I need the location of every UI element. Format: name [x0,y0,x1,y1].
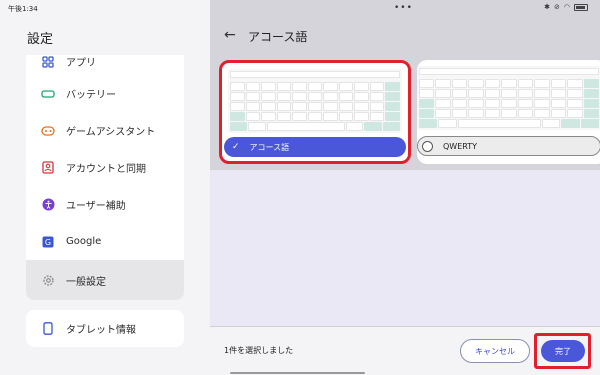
settings-item-game-assistant[interactable]: ゲームアシスタント [26,112,184,149]
layout-card-qwerty[interactable]: QWERTY [417,60,600,164]
home-indicator[interactable] [230,372,365,374]
battery-icon [41,87,55,101]
settings-item-general[interactable]: 一般設定 [26,260,184,300]
layout-preview-area: ••• ✱ ⊘ ◠ ← アコース語 ✓ アコース語 QWERTY [210,0,600,170]
settings-item-tablet-info-row[interactable]: タブレット情報 [26,310,184,347]
check-icon: ✓ [232,142,240,152]
gamepad-icon [41,124,55,138]
settings-item-google[interactable]: G Google [26,223,184,260]
svg-text:G: G [45,238,51,247]
gear-icon [41,273,55,287]
settings-item-accessibility[interactable]: ユーザー補助 [26,186,184,223]
back-arrow-icon[interactable]: ← [224,27,236,43]
layout-card-selected[interactable]: ✓ アコース語 [219,60,411,164]
settings-item-tablet-info[interactable]: タブレット情報 [26,310,184,347]
settings-item-label: タブレット情報 [66,325,136,336]
keyboard-preview [228,69,402,133]
keyboard-preview [417,66,600,130]
settings-item-battery[interactable]: バッテリー [26,75,184,112]
settings-item-label: アプリ [66,58,96,69]
done-button-highlight: 完了 [534,333,591,369]
window-handle[interactable]: ••• [394,3,413,13]
radio-button[interactable] [422,140,433,152]
cancel-button[interactable]: キャンセル [460,339,530,363]
bottom-action-bar: 1件を選択しました キャンセル 完了 [210,326,600,375]
settings-item-label: ユーザー補助 [66,201,126,212]
wifi-icon: ◠ [563,3,570,11]
bluetooth-icon: ✱ [544,3,551,11]
settings-list: アプリ バッテリー ゲームアシスタント アカウントと同期 ユーザー補助 G Go… [26,55,184,300]
page-title: アコース語 [248,30,308,44]
settings-item-label: アカウントと同期 [66,164,146,175]
settings-item-label: 一般設定 [66,276,106,288]
tablet-icon [41,322,55,336]
settings-item-label: ゲームアシスタント [66,127,156,138]
sync-icon: ⊘ [554,3,560,11]
settings-item-accounts[interactable]: アカウントと同期 [26,149,184,186]
apps-icon [41,55,55,69]
google-icon: G [41,235,55,249]
settings-item-label: バッテリー [66,90,116,101]
layout-option-selected[interactable]: ✓ アコース語 [224,137,406,157]
settings-item-label: Google [66,236,102,247]
selection-count: 1件を選択しました [224,346,294,355]
battery-icon [574,3,588,11]
settings-title: 設定 [27,32,54,47]
layout-name: アコース語 [249,142,290,152]
account-icon [41,161,55,175]
keyboard-layout-pane: ••• ✱ ⊘ ◠ ← アコース語 ✓ アコース語 QWERTY 1件を選択しま… [210,0,600,375]
done-button[interactable]: 完了 [541,340,585,362]
status-time: 午後1:34 [8,5,38,13]
settings-pane: 午後1:34 設定 アプリ バッテリー ゲームアシスタント アカウントと同期 ユ… [0,0,210,375]
accessibility-icon [41,198,55,212]
layout-option-qwerty[interactable]: QWERTY [417,136,600,156]
status-icons: ✱ ⊘ ◠ [544,3,588,11]
layout-name: QWERTY [443,141,478,151]
